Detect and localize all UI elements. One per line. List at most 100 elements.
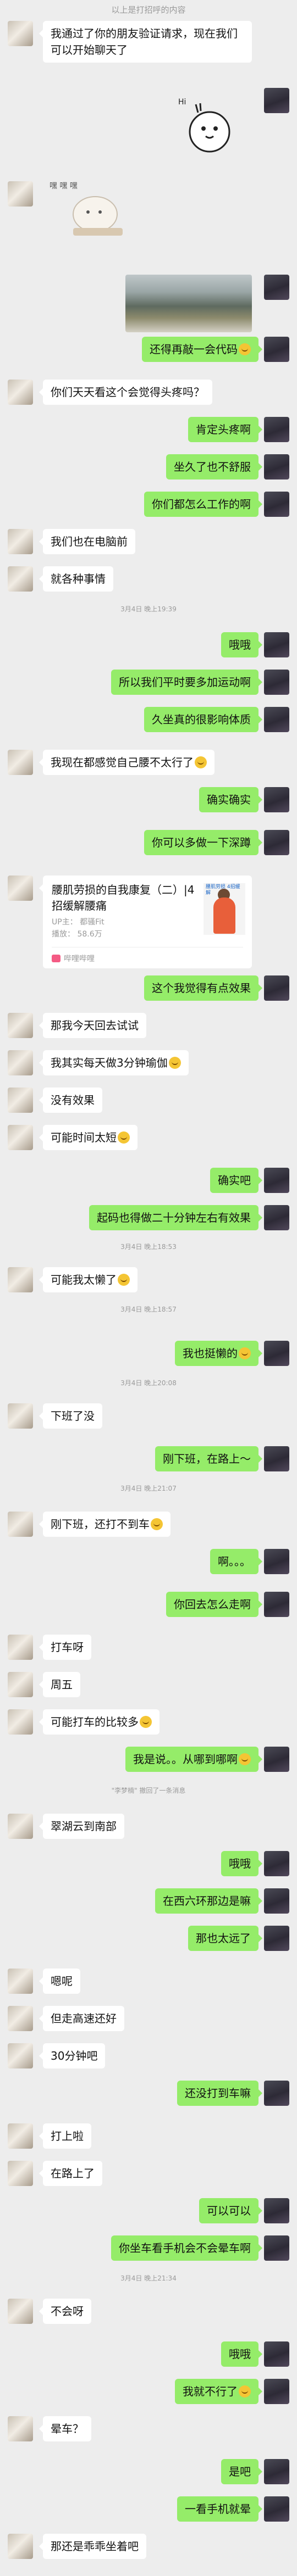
message-bubble-received[interactable]: 不会呀	[39, 2299, 91, 2324]
my-avatar[interactable]	[264, 417, 289, 442]
my-avatar[interactable]	[264, 830, 289, 855]
message-bubble-sent[interactable]: 那也太远了	[188, 1926, 262, 1951]
my-avatar[interactable]	[264, 2496, 289, 2522]
message-bubble-received[interactable]: 你们天天看这个会觉得头疼吗？	[39, 380, 212, 405]
message-bubble-received[interactable]: 打车呀	[39, 1635, 91, 1660]
message-bubble-received[interactable]: 周五	[39, 1672, 80, 1697]
contact-avatar[interactable]	[8, 2043, 33, 2068]
message-bubble-sent[interactable]: 我就不行了	[175, 2379, 262, 2404]
message-bubble-sent[interactable]: 一看手机就晕	[177, 2496, 262, 2522]
contact-avatar[interactable]	[8, 1088, 33, 1113]
message-bubble-received[interactable]: 那我今天回去试试	[39, 1013, 146, 1038]
message-bubble-sent[interactable]: 可以可以	[199, 2198, 262, 2223]
my-avatar[interactable]	[264, 787, 289, 812]
message-bubble-received[interactable]: 我通过了你的朋友验证请求，现在我们可以开始聊天了	[39, 21, 252, 63]
message-bubble-sent[interactable]: 我也挺懒的	[175, 1341, 262, 1366]
my-avatar[interactable]	[264, 632, 289, 657]
message-bubble-sent[interactable]: 肯定头疼啊	[188, 417, 262, 442]
message-bubble-sent[interactable]: 久坐真的很影响体质	[144, 707, 262, 732]
sticker-chick[interactable]: Hi	[163, 82, 256, 157]
contact-avatar[interactable]	[8, 1814, 33, 1839]
my-avatar[interactable]	[264, 2235, 289, 2261]
my-avatar[interactable]	[264, 1926, 289, 1951]
contact-avatar[interactable]	[8, 1050, 33, 1075]
contact-avatar[interactable]	[8, 1512, 33, 1537]
my-avatar[interactable]	[264, 2459, 289, 2484]
contact-avatar[interactable]	[8, 1013, 33, 1038]
contact-avatar[interactable]	[8, 2416, 33, 2441]
message-bubble-received[interactable]: 那还是乖乖坐着吧	[39, 2534, 146, 2559]
contact-avatar[interactable]	[8, 21, 33, 46]
message-bubble-sent[interactable]: 我是说。。从哪到哪啊	[125, 1747, 262, 1772]
message-bubble-sent[interactable]: 确实吧	[210, 1168, 262, 1193]
message-bubble-received[interactable]: 我们也在电脑前	[39, 529, 135, 554]
message-bubble-received[interactable]: 下班了没	[39, 1403, 102, 1429]
sticker-cat[interactable]: 嘿 嘿 嘿	[43, 176, 136, 242]
my-avatar[interactable]	[264, 707, 289, 732]
contact-avatar[interactable]	[8, 1635, 33, 1660]
my-avatar[interactable]	[264, 454, 289, 479]
message-bubble-received[interactable]: 晕车？	[39, 2416, 91, 2441]
contact-avatar[interactable]	[8, 380, 33, 405]
message-bubble-received[interactable]: 嗯呢	[39, 1969, 80, 1994]
contact-avatar[interactable]	[8, 876, 33, 901]
my-avatar[interactable]	[264, 337, 289, 362]
message-bubble-sent[interactable]: 你们都怎么工作的啊	[144, 492, 262, 517]
my-avatar[interactable]	[264, 1341, 289, 1366]
message-bubble-sent[interactable]: 哦哦	[221, 2341, 262, 2367]
my-avatar[interactable]	[264, 975, 289, 1001]
my-avatar[interactable]	[264, 2081, 289, 2106]
message-bubble-sent[interactable]: 是吧	[221, 2459, 262, 2484]
contact-avatar[interactable]	[8, 529, 33, 554]
message-bubble-sent[interactable]: 还得再敲一会代码	[142, 337, 262, 362]
contact-avatar[interactable]	[8, 750, 33, 775]
message-bubble-received[interactable]: 但走高速还好	[39, 2006, 124, 2031]
message-bubble-received[interactable]: 刚下班，还打不到车	[39, 1512, 170, 1537]
message-bubble-sent[interactable]: 在西六环那边是嘛	[155, 1888, 262, 1914]
contact-avatar[interactable]	[8, 2006, 33, 2031]
message-bubble-received[interactable]: 可能我太懒了	[39, 1267, 138, 1292]
message-bubble-sent[interactable]: 坐久了也不舒服	[166, 454, 262, 479]
message-bubble-sent[interactable]: 确实确实	[199, 787, 262, 812]
contact-avatar[interactable]	[8, 1709, 33, 1735]
message-bubble-sent[interactable]: 哦哦	[221, 632, 262, 657]
contact-avatar[interactable]	[8, 2161, 33, 2186]
message-bubble-sent[interactable]: 你回去怎么走啊	[166, 1592, 262, 1617]
my-avatar[interactable]	[264, 1446, 289, 1471]
message-bubble-sent[interactable]: 你可以多做一下深蹲	[144, 830, 262, 855]
message-bubble-received[interactable]: 我其实每天做3分钟瑜伽	[39, 1050, 189, 1075]
my-avatar[interactable]	[264, 670, 289, 695]
contact-avatar[interactable]	[8, 1267, 33, 1292]
message-bubble-received[interactable]: 在路上了	[39, 2161, 102, 2186]
message-bubble-sent[interactable]: 刚下班，在路上～	[155, 1446, 262, 1471]
contact-avatar[interactable]	[8, 1672, 33, 1697]
my-avatar[interactable]	[264, 1549, 289, 1574]
message-bubble-sent[interactable]: 所以我们平时要多加运动啊	[111, 670, 262, 695]
message-bubble-received[interactable]: 我现在都感觉自己腰不太行了	[39, 750, 215, 775]
my-avatar[interactable]	[264, 492, 289, 517]
my-avatar[interactable]	[264, 275, 289, 300]
my-avatar[interactable]	[264, 2379, 289, 2404]
message-bubble-received[interactable]: 就各种事情	[39, 566, 113, 592]
my-avatar[interactable]	[264, 1592, 289, 1617]
my-avatar[interactable]	[264, 2198, 289, 2223]
message-bubble-sent[interactable]: 还没打到车嘛	[177, 2081, 262, 2106]
contact-avatar[interactable]	[8, 566, 33, 592]
contact-avatar[interactable]	[8, 2299, 33, 2324]
contact-avatar[interactable]	[8, 1403, 33, 1429]
contact-avatar[interactable]	[8, 1125, 33, 1150]
message-bubble-received[interactable]: 没有效果	[39, 1088, 102, 1113]
message-bubble-received[interactable]: 可能打车的比较多	[39, 1709, 160, 1735]
contact-avatar[interactable]	[8, 2123, 33, 2149]
photo-message[interactable]	[125, 275, 252, 332]
contact-avatar[interactable]	[8, 181, 33, 207]
my-avatar[interactable]	[264, 1851, 289, 1876]
contact-avatar[interactable]	[8, 1969, 33, 1994]
my-avatar[interactable]	[264, 1888, 289, 1914]
my-avatar[interactable]	[264, 88, 289, 113]
my-avatar[interactable]	[264, 1747, 289, 1772]
message-bubble-sent[interactable]: 哦哦	[221, 1851, 262, 1876]
message-bubble-received[interactable]: 打上啦	[39, 2123, 91, 2149]
contact-avatar[interactable]	[8, 2534, 33, 2559]
message-bubble-sent[interactable]: 这个我觉得有点效果	[144, 975, 262, 1001]
